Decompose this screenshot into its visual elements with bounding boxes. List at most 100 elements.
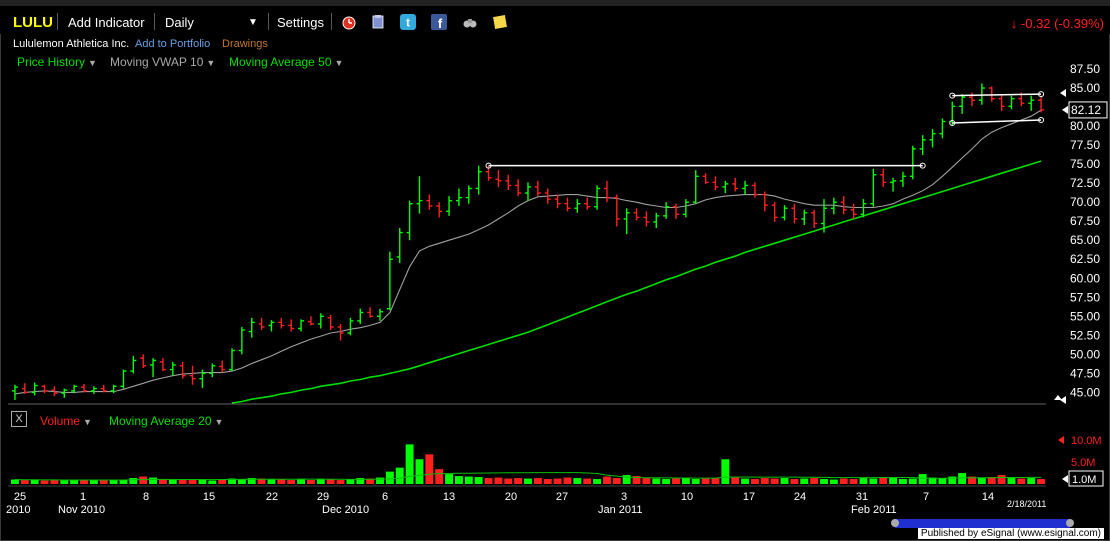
price-tick-label: 77.50 (1070, 138, 1100, 152)
volume-bar (218, 479, 227, 484)
volume-bar (178, 480, 187, 484)
volume-bar (898, 479, 907, 484)
volume-bar (385, 471, 394, 484)
price-chart[interactable]: 87.5085.0082.5080.0077.5075.0072.5070.00… (0, 0, 1110, 541)
volume-bar (524, 478, 532, 484)
ma20-label: Moving Average 20 (109, 414, 212, 428)
volume-bar (652, 478, 661, 484)
volume-bar (326, 479, 335, 484)
volume-bar (1037, 479, 1046, 484)
date-stamp: 2/18/2011 (1007, 499, 1046, 509)
volume-bar (504, 478, 513, 484)
collapse-left-icon (1060, 396, 1066, 404)
volume-tick-label: 5.0M (1071, 457, 1095, 469)
x-tick-label: 3 (621, 491, 627, 503)
volume-bar (790, 479, 799, 484)
volume-bar (731, 477, 740, 484)
x-tick-label: 10 (681, 491, 693, 503)
price-tick-label: 45.00 (1070, 385, 1100, 399)
volume-bar (99, 480, 108, 484)
volume-bar (188, 479, 197, 484)
x-tick-label: 27 (556, 491, 568, 503)
volume-bar (60, 480, 69, 484)
volume-bar (711, 478, 720, 484)
vwap-line (14, 109, 1042, 395)
volume-bar (464, 476, 473, 484)
volume-bar (168, 479, 177, 484)
price-tick-label: 85.00 (1070, 81, 1100, 95)
volume-bar (415, 459, 424, 484)
volume-bar (681, 478, 690, 484)
volume-bar (593, 479, 602, 484)
volume-bar (750, 479, 759, 484)
ma50-line (231, 160, 1042, 404)
volume-bar (297, 479, 306, 484)
x-tick-label: 15 (203, 491, 215, 503)
volume-bar (10, 479, 19, 484)
close-icon[interactable]: X (11, 411, 27, 427)
volume-bar (316, 479, 325, 484)
price-tick-label: 75.00 (1070, 157, 1100, 171)
volume-bar (494, 477, 503, 484)
volume-bar (208, 480, 217, 484)
volume-bar (198, 480, 207, 484)
volume-bar (859, 478, 868, 484)
last-volume-label: 1.0M (1072, 474, 1096, 486)
x-tick-label: 1 (80, 491, 86, 503)
last-price-pointer-icon (1062, 105, 1068, 114)
volume-bar (780, 478, 789, 484)
x-month-label: Jan 2011 (598, 504, 642, 516)
x-tick-label: 7 (923, 491, 929, 503)
volume-bar (267, 479, 276, 484)
volume-bar (1027, 478, 1036, 484)
volume-bar (454, 476, 463, 484)
volume-study[interactable]: Volume ▼ (40, 414, 92, 428)
published-footer: Published by eSignal (www.esignal.com) (917, 528, 1104, 539)
volume-bar (109, 480, 118, 484)
last-price-label: 82.12 (1071, 103, 1101, 117)
x-tick-label: 6 (382, 491, 388, 503)
volume-bar (839, 478, 848, 484)
volume-bar (602, 476, 611, 484)
volume-bar (89, 480, 98, 484)
volume-bar (1007, 478, 1016, 484)
volume-bar (741, 478, 750, 484)
volume-bar (533, 478, 542, 484)
price-tick-label: 80.00 (1070, 119, 1100, 133)
volume-bar (958, 473, 967, 484)
volume-bar (829, 479, 838, 484)
time-scrollbar (895, 519, 1070, 528)
volume-marker-icon (1058, 436, 1064, 444)
volume-bar (149, 477, 158, 484)
price-tick-label: 57.50 (1070, 290, 1100, 304)
ma20-study[interactable]: Moving Average 20 ▼ (109, 414, 223, 428)
trendline (952, 119, 1042, 124)
volume-bar (662, 479, 671, 484)
volume-bar (760, 478, 769, 484)
x-tick-label: 25 (14, 491, 26, 503)
volume-bar (691, 479, 700, 484)
chevron-down-icon[interactable]: ▼ (83, 417, 92, 427)
volume-bar (800, 478, 809, 484)
volume-bar (879, 477, 888, 484)
x-tick-label: 17 (743, 491, 755, 503)
x-tick-label: 29 (317, 491, 329, 503)
x-tick-label: 24 (794, 491, 806, 503)
volume-bar (918, 474, 927, 484)
volume-bar (612, 478, 621, 484)
volume-tick-label: 10.0M (1071, 435, 1102, 447)
volume-bar (563, 477, 572, 484)
volume-bar (642, 478, 651, 484)
volume-bar (573, 478, 582, 484)
price-tick-label: 70.00 (1070, 195, 1100, 209)
volume-bar (672, 478, 680, 484)
chevron-down-icon[interactable]: ▼ (215, 417, 224, 427)
volume-bar (701, 478, 710, 484)
price-tick-label: 67.50 (1070, 214, 1100, 228)
last-volume-pointer-icon (1062, 475, 1068, 483)
x-month-label: Feb 2011 (851, 504, 897, 516)
x-month-label: 2010 (6, 504, 30, 516)
volume-bar (40, 480, 49, 484)
x-month-label: Nov 2010 (58, 504, 105, 516)
volume-bar (405, 444, 414, 484)
